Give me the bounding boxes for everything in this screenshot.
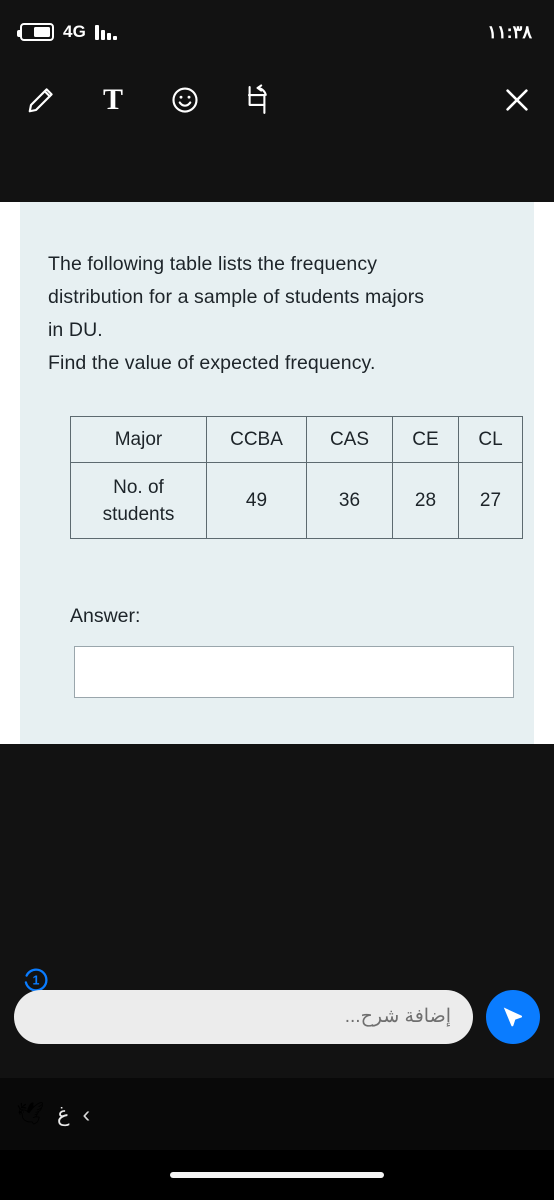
- table-row-label: No. of students: [70, 462, 207, 539]
- question-line-2: distribution for a sample of students ma…: [48, 286, 425, 308]
- table-header-cl: CL: [458, 416, 523, 463]
- reply-count-badge[interactable]: 1: [22, 966, 49, 993]
- battery-fill: [33, 27, 50, 37]
- draw-tool-button[interactable]: [22, 81, 60, 119]
- table-row-label-line-2: students: [102, 503, 175, 525]
- table-cell-ce: 28: [392, 462, 459, 539]
- home-indicator[interactable]: [170, 1172, 384, 1178]
- comment-bar: 1: [0, 958, 554, 1078]
- signal-bars-icon: [95, 24, 117, 40]
- table-cell-cl: 27: [458, 462, 523, 539]
- table-row-label-line-1: No. of: [113, 476, 164, 498]
- question-card: The following table lists the frequency …: [20, 202, 534, 744]
- status-bar: 4G ١١:٣٨: [0, 0, 554, 64]
- pencil-icon: [26, 85, 56, 115]
- bottom-nav: 🕊 غ ‹: [0, 1078, 554, 1150]
- question-line-1: The following table lists the frequency: [48, 253, 378, 275]
- battery-icon: [17, 23, 54, 41]
- network-type-label: 4G: [63, 22, 87, 41]
- comment-input[interactable]: [14, 990, 473, 1044]
- sticker-tool-button[interactable]: [166, 81, 204, 119]
- status-bar-left: 4G: [17, 22, 117, 42]
- editor-tool-group: T: [22, 81, 276, 119]
- crop-rotate-tool-button[interactable]: [238, 81, 276, 119]
- crop-rotate-icon: [241, 84, 273, 116]
- smiley-face-icon: [170, 85, 200, 115]
- close-button[interactable]: [498, 81, 536, 119]
- answer-input[interactable]: [74, 646, 514, 698]
- attachment-image: The following table lists the frequency …: [0, 202, 554, 744]
- table-cell-cas: 36: [306, 462, 393, 539]
- phone-screen: 4G ١١:٣٨ T The following table lists the…: [0, 0, 554, 1200]
- text-tool-button[interactable]: T: [94, 81, 132, 119]
- table-header-cas: CAS: [306, 416, 393, 463]
- table-row-values: No. of students 49 36 28 27: [70, 462, 523, 539]
- dove-emoji[interactable]: 🕊: [16, 1103, 44, 1125]
- status-bar-clock: ١١:٣٨: [487, 21, 532, 42]
- send-button[interactable]: [486, 990, 540, 1044]
- table-header-ccba: CCBA: [206, 416, 307, 463]
- table-header-ce: CE: [392, 416, 459, 463]
- table-row-headers: Major CCBA CAS CE CL: [70, 416, 523, 463]
- table-header-major: Major: [70, 416, 207, 463]
- reply-count-text: 1: [32, 973, 39, 987]
- back-chevron-icon[interactable]: ‹: [82, 1102, 90, 1126]
- question-line-4: Find the value of expected frequency.: [48, 352, 376, 374]
- send-arrow-icon: [500, 1003, 526, 1032]
- question-line-3: in DU.: [48, 319, 103, 341]
- close-x-icon: [502, 85, 532, 115]
- answer-label: Answer:: [70, 605, 141, 627]
- attachment-viewer[interactable]: The following table lists the frequency …: [0, 136, 554, 958]
- frequency-table: Major CCBA CAS CE CL No. of students 49: [70, 416, 523, 539]
- comment-input-row: [14, 990, 540, 1044]
- home-indicator-area: [0, 1150, 554, 1200]
- text-t-icon: T: [102, 83, 123, 116]
- table-cell-ccba: 49: [206, 462, 307, 539]
- editor-toolbar: T: [0, 64, 554, 136]
- arabic-letter-glyph[interactable]: غ: [57, 1104, 70, 1125]
- question-text: The following table lists the frequency …: [48, 248, 506, 380]
